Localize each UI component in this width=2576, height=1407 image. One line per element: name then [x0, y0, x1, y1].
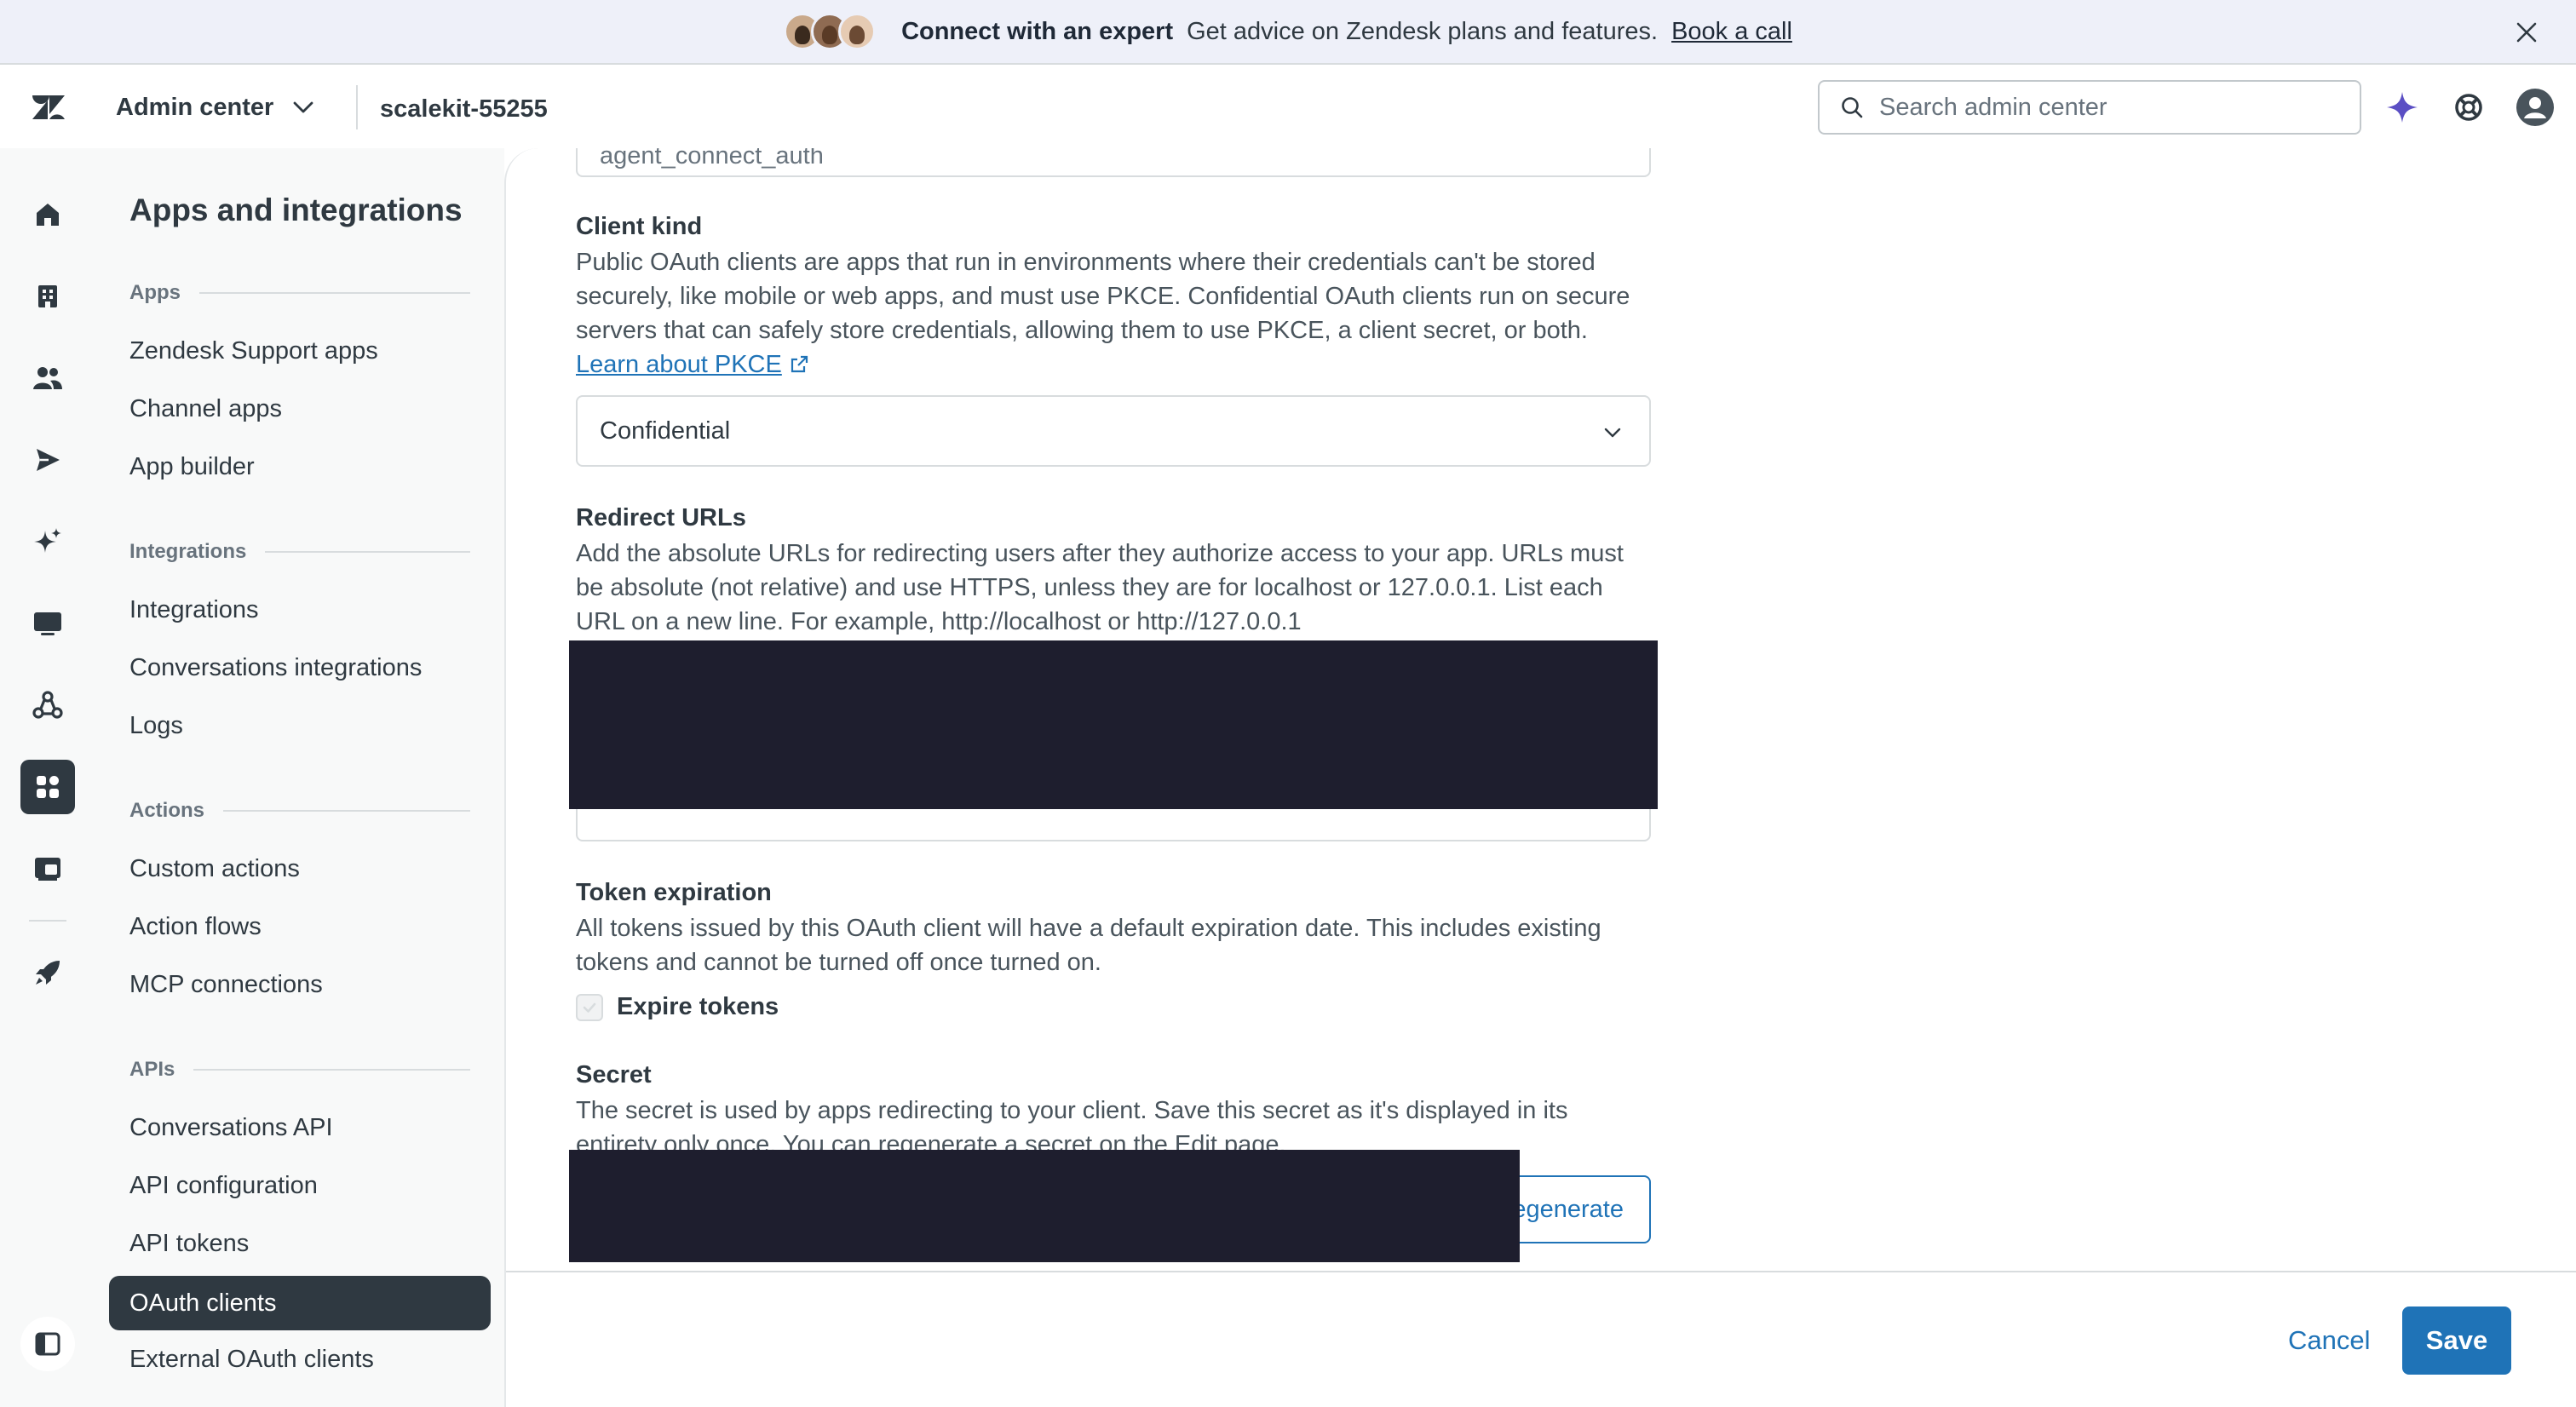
nav-item-api-configuration[interactable]: API configuration — [109, 1158, 491, 1213]
main-content: agent_connect_auth Client kind Public OA… — [504, 148, 2576, 1407]
rocket-icon — [36, 961, 60, 985]
group-label: Integrations — [129, 540, 247, 563]
zendesk-logo-icon — [32, 95, 65, 119]
expire-tokens-checkbox[interactable] — [576, 993, 603, 1021]
account-name: scalekit-55255 — [380, 95, 548, 123]
banner-title: Connect with an expert — [901, 17, 1174, 45]
nav-item-app-builder[interactable]: App builder — [109, 439, 491, 494]
banner-text: Get advice on Zendesk plans and features… — [1187, 17, 1659, 45]
learn-about-pkce-link[interactable]: Learn about PKCE — [576, 351, 782, 378]
product-switcher[interactable]: Admin center — [116, 89, 318, 126]
rail-workspaces[interactable] — [20, 596, 75, 651]
people-icon — [33, 367, 62, 389]
help-button[interactable] — [2450, 89, 2487, 126]
secondary-nav: Apps and integrations Apps Zendesk Suppo… — [95, 148, 504, 1407]
book-call-link[interactable]: Book a call — [1671, 18, 1792, 46]
client-kind-hint-text: Public OAuth clients are apps that run i… — [576, 249, 1630, 344]
section-title: Apps and integrations — [129, 192, 463, 227]
building-icon — [38, 285, 57, 307]
nav-item-custom-actions[interactable]: Custom actions — [109, 841, 491, 896]
recycle-icon — [32, 691, 63, 719]
ai-assistant-button[interactable] — [2383, 89, 2421, 126]
zendesk-logo[interactable] — [29, 89, 66, 126]
redirect-urls-label: Redirect URLs — [576, 504, 746, 531]
search-icon — [1842, 97, 1863, 118]
identifier-input[interactable]: agent_connect_auth — [576, 148, 1651, 177]
lifebuoy-icon — [2455, 94, 2482, 121]
save-button[interactable]: Save — [2402, 1306, 2511, 1375]
promo-banner: Connect with an expert Get advice on Zen… — [0, 0, 2576, 65]
pkce-link-text: Learn about PKCE — [576, 351, 782, 378]
nav-item-external-oauth-clients[interactable]: External OAuth clients — [109, 1332, 491, 1387]
top-header: Admin center scalekit-55255 — [0, 66, 2576, 148]
rail-home[interactable] — [20, 187, 75, 242]
group-label: Actions — [129, 799, 205, 822]
rail-people[interactable] — [20, 351, 75, 405]
client-kind-label: Client kind — [576, 213, 703, 240]
sparkle-icon — [2387, 92, 2418, 123]
search-box[interactable] — [1818, 80, 2361, 135]
expire-tokens-label: Expire tokens — [617, 993, 779, 1020]
nav-item-logs[interactable]: Logs — [109, 698, 491, 753]
group-label: APIs — [129, 1058, 175, 1081]
close-icon — [2516, 22, 2537, 43]
expire-tokens-checkbox-row[interactable]: Expire tokens — [576, 993, 779, 1021]
product-name: Admin center — [116, 93, 274, 121]
send-icon — [37, 449, 60, 471]
token-expiration-label: Token expiration — [576, 879, 772, 906]
client-kind-hint: Public OAuth clients are apps that run i… — [576, 245, 1651, 382]
monitor-icon — [34, 612, 61, 635]
client-kind-selected: Confidential — [600, 416, 731, 445]
avatar — [838, 13, 877, 50]
nav-group-actions: Actions — [129, 799, 470, 823]
check-icon — [583, 1002, 596, 1013]
nav-item-oauth-clients[interactable]: OAuth clients — [109, 1276, 491, 1330]
nav-group-apis: APIs — [129, 1058, 470, 1082]
search-input[interactable] — [1879, 93, 2322, 122]
chevron-down-icon — [1604, 428, 1621, 438]
nav-item-conversations-api[interactable]: Conversations API — [109, 1100, 491, 1155]
nav-item-channel-apps[interactable]: Channel apps — [109, 382, 491, 436]
chevron-down-icon — [293, 101, 313, 113]
rail-ai[interactable] — [20, 514, 75, 569]
user-avatar-icon — [2516, 89, 2554, 126]
apps-icon — [37, 776, 59, 798]
close-banner-button[interactable] — [2511, 17, 2542, 48]
nav-item-zendesk-support-apps[interactable]: Zendesk Support apps — [109, 324, 491, 378]
nav-item-mcp-connections[interactable]: MCP connections — [109, 957, 491, 1012]
redacted-area — [569, 640, 1658, 809]
product-rail — [0, 148, 95, 1407]
rail-workspace-tools[interactable] — [20, 841, 75, 896]
home-icon — [37, 204, 59, 226]
rail-objects-rules[interactable] — [20, 678, 75, 732]
sidebar-toggle-icon — [35, 1332, 60, 1356]
nav-item-action-flows[interactable]: Action flows — [109, 899, 491, 954]
rail-channels[interactable] — [20, 433, 75, 487]
rail-divider — [29, 920, 66, 922]
identifier-value: agent_connect_auth — [600, 148, 824, 169]
form-footer: Cancel Save — [506, 1271, 2576, 1407]
secret-label: Secret — [576, 1061, 652, 1088]
redirect-urls-hint: Add the absolute URLs for redirecting us… — [576, 540, 1624, 635]
group-label: Apps — [129, 281, 181, 304]
nav-item-api-tokens[interactable]: API tokens — [109, 1216, 491, 1271]
client-kind-select[interactable]: Confidential — [576, 395, 1651, 467]
rail-apps-integrations[interactable] — [20, 760, 75, 814]
nav-group-apps: Apps — [129, 281, 470, 305]
rail-account[interactable] — [20, 269, 75, 324]
external-link-icon — [791, 355, 808, 373]
user-menu-button[interactable] — [2516, 89, 2554, 126]
expert-avatars — [784, 13, 877, 50]
nav-item-conversations-integrations[interactable]: Conversations integrations — [109, 640, 491, 695]
rail-get-started[interactable] — [20, 945, 75, 1000]
cancel-button[interactable]: Cancel — [2268, 1306, 2391, 1375]
collapse-sidebar-button[interactable] — [20, 1317, 75, 1371]
workspace-icon — [35, 858, 60, 881]
token-expiration-hint: All tokens issued by this OAuth client w… — [576, 915, 1601, 976]
header-divider — [356, 85, 358, 129]
nav-group-integrations: Integrations — [129, 540, 470, 564]
redacted-area — [569, 1150, 1520, 1262]
nav-item-integrations[interactable]: Integrations — [109, 583, 491, 637]
sparkle-icon — [34, 528, 61, 553]
